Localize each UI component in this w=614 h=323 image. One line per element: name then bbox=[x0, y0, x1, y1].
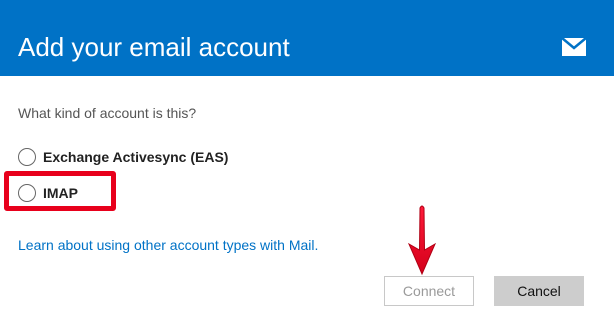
connect-button[interactable]: Connect bbox=[384, 276, 474, 306]
mail-icon bbox=[561, 37, 587, 56]
account-type-question: What kind of account is this? bbox=[18, 105, 197, 121]
dialog-title: Add your email account bbox=[18, 32, 290, 62]
cancel-button[interactable]: Cancel bbox=[494, 276, 584, 306]
radio-option-eas[interactable]: Exchange Activesync (EAS) bbox=[18, 145, 228, 169]
learn-more-link[interactable]: Learn about using other account types wi… bbox=[18, 236, 318, 254]
arrow-down-icon bbox=[407, 205, 437, 276]
eas-radio-button[interactable] bbox=[18, 148, 36, 166]
imap-highlight-box bbox=[4, 171, 116, 211]
dialog-header: Add your email account bbox=[0, 0, 614, 76]
eas-radio-label[interactable]: Exchange Activesync (EAS) bbox=[43, 148, 228, 166]
